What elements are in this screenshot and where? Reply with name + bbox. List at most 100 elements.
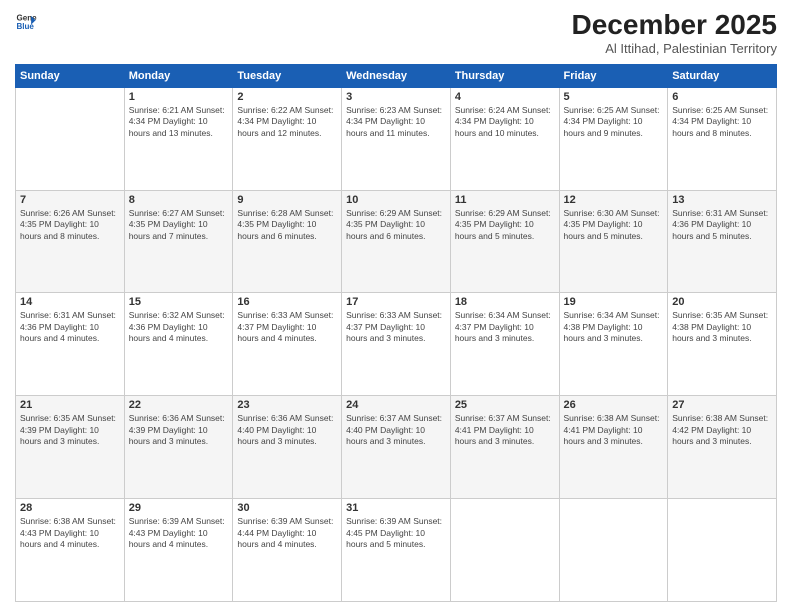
table-row: 11Sunrise: 6:29 AM Sunset: 4:35 PM Dayli… — [450, 190, 559, 293]
calendar-week-1: 1Sunrise: 6:21 AM Sunset: 4:34 PM Daylig… — [16, 87, 777, 190]
day-info: Sunrise: 6:25 AM Sunset: 4:34 PM Dayligh… — [672, 105, 772, 139]
logo-icon: General Blue — [15, 10, 37, 32]
day-info: Sunrise: 6:39 AM Sunset: 4:44 PM Dayligh… — [237, 516, 337, 550]
day-number: 12 — [564, 194, 664, 206]
col-monday: Monday — [124, 64, 233, 87]
day-info: Sunrise: 6:23 AM Sunset: 4:34 PM Dayligh… — [346, 105, 446, 139]
day-info: Sunrise: 6:34 AM Sunset: 4:38 PM Dayligh… — [564, 310, 664, 344]
day-info: Sunrise: 6:36 AM Sunset: 4:39 PM Dayligh… — [129, 413, 229, 447]
day-number: 2 — [237, 91, 337, 103]
day-number: 29 — [129, 502, 229, 514]
day-info: Sunrise: 6:27 AM Sunset: 4:35 PM Dayligh… — [129, 208, 229, 242]
day-number: 5 — [564, 91, 664, 103]
day-info: Sunrise: 6:34 AM Sunset: 4:37 PM Dayligh… — [455, 310, 555, 344]
table-row: 18 Sunrise: 6:34 AM Sunset: 4:37 PM Dayli… — [450, 293, 559, 396]
day-number: 9 — [237, 194, 337, 206]
day-number: 22 — [129, 399, 229, 411]
col-saturday: Saturday — [668, 64, 777, 87]
day-info: Sunrise: 6:30 AM Sunset: 4:35 PM Dayligh… — [564, 208, 664, 242]
table-row: 6 Sunrise: 6:25 AM Sunset: 4:34 PM Daylig… — [668, 87, 777, 190]
calendar-week-2: 7 Sunrise: 6:26 AM Sunset: 4:35 PM Daylig… — [16, 190, 777, 293]
day-number: 4 — [455, 91, 555, 103]
day-number: 28 — [20, 502, 120, 514]
table-row: 20 Sunrise: 6:35 AM Sunset: 4:38 PM Dayli… — [668, 293, 777, 396]
day-number: 13 — [672, 194, 772, 206]
day-number: 17 — [346, 296, 446, 308]
day-info: Sunrise: 6:33 AM Sunset: 4:37 PM Dayligh… — [237, 310, 337, 344]
table-row: 29Sunrise: 6:39 AM Sunset: 4:43 PM Dayli… — [124, 499, 233, 602]
calendar-week-4: 21Sunrise: 6:35 AM Sunset: 4:39 PM Dayli… — [16, 396, 777, 499]
day-info: Sunrise: 6:38 AM Sunset: 4:41 PM Dayligh… — [564, 413, 664, 447]
day-number: 26 — [564, 399, 664, 411]
day-number: 6 — [672, 91, 772, 103]
table-row: 23Sunrise: 6:36 AM Sunset: 4:40 PM Dayli… — [233, 396, 342, 499]
day-info: Sunrise: 6:26 AM Sunset: 4:35 PM Dayligh… — [20, 208, 120, 242]
day-info: Sunrise: 6:37 AM Sunset: 4:41 PM Dayligh… — [455, 413, 555, 447]
table-row: 15 Sunrise: 6:32 AM Sunset: 4:36 PM Dayli… — [124, 293, 233, 396]
calendar-header-row: Sunday Monday Tuesday Wednesday Thursday… — [16, 64, 777, 87]
table-row: 2Sunrise: 6:22 AM Sunset: 4:34 PM Daylig… — [233, 87, 342, 190]
day-info: Sunrise: 6:35 AM Sunset: 4:39 PM Dayligh… — [20, 413, 120, 447]
day-number: 31 — [346, 502, 446, 514]
table-row: 1Sunrise: 6:21 AM Sunset: 4:34 PM Daylig… — [124, 87, 233, 190]
day-number: 24 — [346, 399, 446, 411]
table-row: 25 Sunrise: 6:37 AM Sunset: 4:41 PM Dayli… — [450, 396, 559, 499]
title-area: December 2025 Al Ittihad, Palestinian Te… — [572, 10, 777, 56]
calendar-week-3: 14 Sunrise: 6:31 AM Sunset: 4:36 PM Dayli… — [16, 293, 777, 396]
day-info: Sunrise: 6:35 AM Sunset: 4:38 PM Dayligh… — [672, 310, 772, 344]
table-row: 10 Sunrise: 6:29 AM Sunset: 4:35 PM Dayli… — [342, 190, 451, 293]
day-info: Sunrise: 6:28 AM Sunset: 4:35 PM Dayligh… — [237, 208, 337, 242]
col-tuesday: Tuesday — [233, 64, 342, 87]
table-row: 27Sunrise: 6:38 AM Sunset: 4:42 PM Dayli… — [668, 396, 777, 499]
table-row: 8 Sunrise: 6:27 AM Sunset: 4:35 PM Daylig… — [124, 190, 233, 293]
table-row: 3Sunrise: 6:23 AM Sunset: 4:34 PM Daylig… — [342, 87, 451, 190]
month-title: December 2025 — [572, 10, 777, 41]
day-info: Sunrise: 6:32 AM Sunset: 4:36 PM Dayligh… — [129, 310, 229, 344]
table-row: 13 Sunrise: 6:31 AM Sunset: 4:36 PM Dayli… — [668, 190, 777, 293]
table-row: 14 Sunrise: 6:31 AM Sunset: 4:36 PM Dayli… — [16, 293, 125, 396]
table-row: 7 Sunrise: 6:26 AM Sunset: 4:35 PM Daylig… — [16, 190, 125, 293]
day-number: 30 — [237, 502, 337, 514]
day-info: Sunrise: 6:38 AM Sunset: 4:43 PM Dayligh… — [20, 516, 120, 550]
day-number: 16 — [237, 296, 337, 308]
table-row: 17 Sunrise: 6:33 AM Sunset: 4:37 PM Dayli… — [342, 293, 451, 396]
table-row: 26 Sunrise: 6:38 AM Sunset: 4:41 PM Dayli… — [559, 396, 668, 499]
day-number: 25 — [455, 399, 555, 411]
day-info: Sunrise: 6:31 AM Sunset: 4:36 PM Dayligh… — [20, 310, 120, 344]
table-row: 31 Sunrise: 6:39 AM Sunset: 4:45 PM Dayli… — [342, 499, 451, 602]
day-number: 7 — [20, 194, 120, 206]
day-number: 10 — [346, 194, 446, 206]
table-row: 9 Sunrise: 6:28 AM Sunset: 4:35 PM Daylig… — [233, 190, 342, 293]
day-info: Sunrise: 6:36 AM Sunset: 4:40 PM Dayligh… — [237, 413, 337, 447]
day-number: 20 — [672, 296, 772, 308]
day-info: Sunrise: 6:29 AM Sunset: 4:35 PM Dayligh… — [346, 208, 446, 242]
table-row — [668, 499, 777, 602]
day-number: 27 — [672, 399, 772, 411]
table-row: 5 Sunrise: 6:25 AM Sunset: 4:34 PM Daylig… — [559, 87, 668, 190]
table-row: 12 Sunrise: 6:30 AM Sunset: 4:35 PM Dayli… — [559, 190, 668, 293]
calendar-week-5: 28 Sunrise: 6:38 AM Sunset: 4:43 PM Dayli… — [16, 499, 777, 602]
subtitle: Al Ittihad, Palestinian Territory — [572, 41, 777, 56]
day-info: Sunrise: 6:25 AM Sunset: 4:34 PM Dayligh… — [564, 105, 664, 139]
day-number: 18 — [455, 296, 555, 308]
day-number: 11 — [455, 194, 555, 206]
day-number: 15 — [129, 296, 229, 308]
calendar-table: Sunday Monday Tuesday Wednesday Thursday… — [15, 64, 777, 602]
col-friday: Friday — [559, 64, 668, 87]
table-row — [16, 87, 125, 190]
table-row: 30 Sunrise: 6:39 AM Sunset: 4:44 PM Dayli… — [233, 499, 342, 602]
page: General Blue December 2025 Al Ittihad, P… — [0, 0, 792, 612]
day-number: 19 — [564, 296, 664, 308]
table-row — [559, 499, 668, 602]
table-row: 22 Sunrise: 6:36 AM Sunset: 4:39 PM Dayli… — [124, 396, 233, 499]
col-wednesday: Wednesday — [342, 64, 451, 87]
day-number: 8 — [129, 194, 229, 206]
table-row: 19 Sunrise: 6:34 AM Sunset: 4:38 PM Dayli… — [559, 293, 668, 396]
table-row: 28 Sunrise: 6:38 AM Sunset: 4:43 PM Dayli… — [16, 499, 125, 602]
day-info: Sunrise: 6:33 AM Sunset: 4:37 PM Dayligh… — [346, 310, 446, 344]
day-info: Sunrise: 6:24 AM Sunset: 4:34 PM Dayligh… — [455, 105, 555, 139]
day-info: Sunrise: 6:21 AM Sunset: 4:34 PM Dayligh… — [129, 105, 229, 139]
day-info: Sunrise: 6:39 AM Sunset: 4:45 PM Dayligh… — [346, 516, 446, 550]
day-info: Sunrise: 6:31 AM Sunset: 4:36 PM Dayligh… — [672, 208, 772, 242]
day-number: 14 — [20, 296, 120, 308]
